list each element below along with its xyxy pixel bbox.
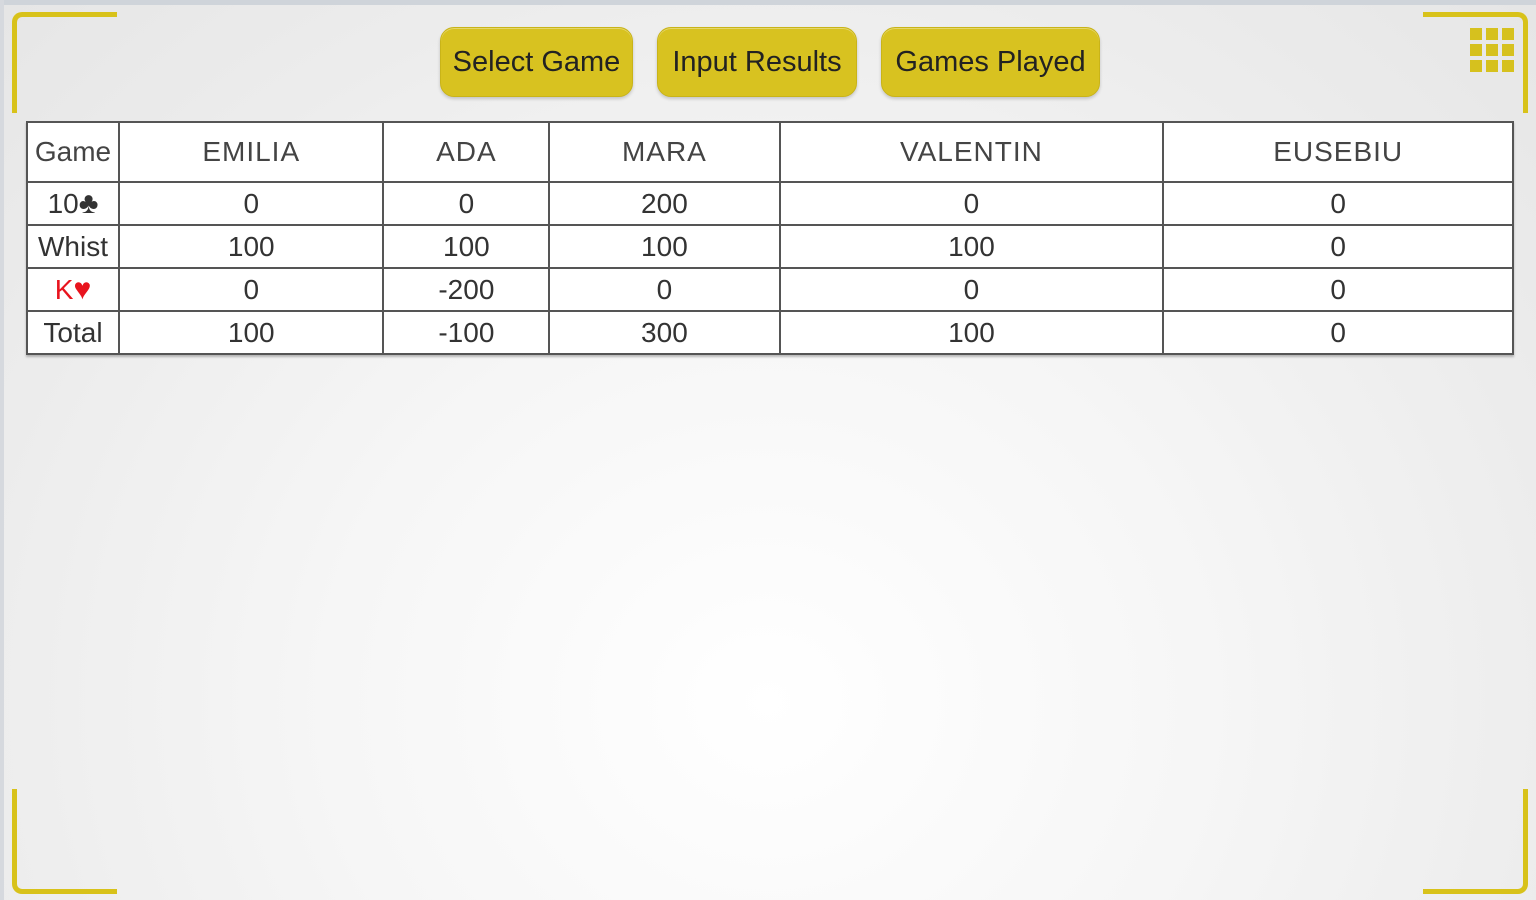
column-header-player: EUSEBIU: [1162, 121, 1514, 183]
score-cell: 100: [778, 224, 1165, 269]
column-header-game: Game: [26, 121, 120, 183]
game-cell: K♥: [26, 267, 120, 312]
grid-cell: [1470, 28, 1482, 40]
score-cell: 0: [548, 267, 781, 312]
score-cell: 200: [548, 181, 781, 226]
total-cell: 100: [778, 310, 1165, 355]
score-cell: -200: [382, 267, 551, 312]
column-header-player: EMILIA: [117, 121, 385, 183]
score-cell: 0: [117, 181, 385, 226]
total-cell: 100: [117, 310, 385, 355]
grid-cell: [1502, 28, 1514, 40]
score-table: Game EMILIA ADA MARA VALENTIN EUSEBIU 10…: [26, 121, 1514, 355]
table-header-row: Game EMILIA ADA MARA VALENTIN EUSEBIU: [26, 121, 1514, 183]
games-played-button[interactable]: Games Played: [881, 27, 1100, 97]
grid-menu-icon[interactable]: [1470, 28, 1514, 72]
grid-cell: [1470, 44, 1482, 56]
grid-cell: [1486, 28, 1498, 40]
corner-decoration-bottom-right: [1423, 789, 1528, 894]
score-cell: 100: [382, 224, 551, 269]
total-cell: 0: [1162, 310, 1514, 355]
game-cell: Total: [26, 310, 120, 355]
grid-cell: [1502, 44, 1514, 56]
left-edge: [0, 0, 4, 900]
table-row: 10♣ 0 0 200 0 0: [26, 181, 1514, 226]
select-game-button[interactable]: Select Game: [440, 27, 633, 97]
game-cell: 10♣: [26, 181, 120, 226]
score-cell: 0: [1162, 267, 1514, 312]
score-cell: 100: [117, 224, 385, 269]
game-cell: Whist: [26, 224, 120, 269]
top-edge: [0, 0, 1536, 5]
input-results-button[interactable]: Input Results: [657, 27, 857, 97]
column-header-player: VALENTIN: [778, 121, 1165, 183]
score-cell: 100: [548, 224, 781, 269]
score-cell: 0: [1162, 181, 1514, 226]
score-cell: 0: [778, 181, 1165, 226]
column-header-player: MARA: [548, 121, 781, 183]
corner-decoration-top-left: [12, 12, 117, 113]
column-header-player: ADA: [382, 121, 551, 183]
grid-cell: [1486, 44, 1498, 56]
table-row-total: Total 100 -100 300 100 0: [26, 310, 1514, 355]
corner-decoration-bottom-left: [12, 789, 117, 894]
score-cell: 0: [117, 267, 385, 312]
heart-suit-icon: ♥: [73, 272, 92, 306]
score-cell: 0: [1162, 224, 1514, 269]
score-cell: 0: [382, 181, 551, 226]
total-cell: -100: [382, 310, 551, 355]
grid-cell: [1470, 60, 1482, 72]
table-row: K♥ 0 -200 0 0 0: [26, 267, 1514, 312]
game-value: Whist: [38, 230, 108, 262]
game-value: 10: [47, 187, 79, 219]
game-value: K: [54, 273, 74, 305]
club-suit-icon: ♣: [78, 186, 99, 220]
grid-cell: [1502, 60, 1514, 72]
table-row: Whist 100 100 100 100 0: [26, 224, 1514, 269]
total-cell: 300: [548, 310, 781, 355]
game-value: Total: [43, 316, 103, 348]
grid-cell: [1486, 60, 1498, 72]
score-cell: 0: [778, 267, 1165, 312]
